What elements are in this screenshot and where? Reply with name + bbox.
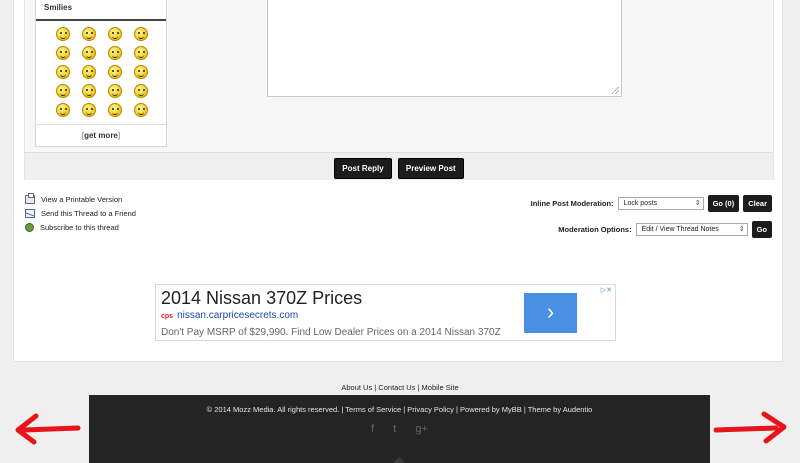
subscribe-icon [25,222,34,232]
scroll-top-caret-icon[interactable] [393,457,405,463]
inline-moderation-row: Inline Post Moderation: Lock posts Go (0… [531,195,772,212]
smiley-icon[interactable] [108,84,122,98]
inline-moderation-label: Inline Post Moderation: [530,199,614,208]
smiley-icon[interactable] [82,46,96,60]
get-more-smilies: [get more] [36,124,166,146]
send-to-friend-link[interactable]: Send this Thread to a Friend [25,206,136,220]
smiley-icon[interactable] [108,27,122,41]
subscribe-link[interactable]: Subscribe to this thread [25,220,136,234]
smiley-icon[interactable] [56,103,70,117]
smiley-icon[interactable] [134,84,148,98]
ad-description: Don't Pay MSRP of $29,990. Find Low Deal… [161,327,501,338]
moderation-options-row: Moderation Options: Edit / View Thread N… [531,221,772,238]
ad-choices-icon[interactable]: ▷✕ [601,286,612,294]
envelope-icon [25,208,35,218]
moderation-tools: Inline Post Moderation: Lock posts Go (0… [531,195,772,247]
ad-title[interactable]: 2014 Nissan 370Z Prices [161,288,362,309]
ad-url-text[interactable]: nissan.carpricesecrets.com [177,310,298,321]
message-textarea[interactable] [267,0,622,97]
smiley-icon[interactable] [108,103,122,117]
moderation-go-button[interactable]: Go [751,221,772,238]
smilies-box: Smilies [get more] [35,0,167,147]
smiley-icon[interactable] [82,65,96,79]
smilies-title: Smilies [36,0,166,21]
footer-bar: © 2014 Mozz Media. All rights reserved. … [89,395,710,463]
smiley-icon[interactable] [82,103,96,117]
smiley-icon[interactable] [82,27,96,41]
printable-version-link[interactable]: View a Printable Version [25,192,136,206]
ad-url[interactable]: cps nissan.carpricesecrets.com [161,310,298,321]
send-to-friend-label[interactable]: Send this Thread to a Friend [41,209,136,218]
get-more-link[interactable]: get more [84,131,118,140]
smilies-grid [36,21,166,122]
smiley-icon[interactable] [82,84,96,98]
moderation-options-label: Moderation Options: [558,225,632,234]
copyright-text: © 2014 Mozz Media. All rights reserved. … [206,405,593,414]
quick-reply-panel: Smilies [get more] Post Reply Preview Po… [24,0,774,180]
left-arrow-icon [15,413,81,445]
moderation-options-select[interactable]: Edit / View Thread Notes [635,223,748,236]
smiley-icon[interactable] [134,27,148,41]
ad-logo-icon: cps [161,313,174,320]
smiley-icon[interactable] [56,27,70,41]
smiley-icon[interactable] [108,65,122,79]
smiley-icon[interactable] [134,46,148,60]
subscribe-label[interactable]: Subscribe to this thread [40,223,119,232]
social-links: f t g+ [89,423,710,435]
smiley-icon[interactable] [134,65,148,79]
smiley-icon[interactable] [108,46,122,60]
twitter-icon[interactable]: t [393,423,396,435]
google-plus-icon[interactable]: g+ [415,423,428,435]
thread-tools: View a Printable Version Send this Threa… [25,192,136,234]
facebook-icon[interactable]: f [371,423,374,435]
preview-post-button[interactable]: Preview Post [397,158,464,179]
post-reply-button[interactable]: Post Reply [334,158,392,179]
bracket-close: ] [117,131,121,140]
right-arrow-icon [713,411,787,444]
smiley-icon[interactable] [56,84,70,98]
resize-handle-icon[interactable] [612,87,619,94]
footer-links[interactable]: About Us | Contact Us | Mobile Site [0,383,800,392]
inline-clear-button[interactable]: Clear [743,195,772,212]
smiley-icon[interactable] [56,65,70,79]
reply-actions-bar: Post Reply Preview Post [25,152,773,180]
smiley-icon[interactable] [56,46,70,60]
printable-version-label[interactable]: View a Printable Version [41,195,122,204]
inline-moderation-select[interactable]: Lock posts [617,197,704,210]
printer-icon [25,192,35,204]
smiley-icon[interactable] [134,103,148,117]
inline-go-button[interactable]: Go (0) [707,195,740,212]
advertisement[interactable]: 2014 Nissan 370Z Prices cps nissan.carpri… [155,284,616,341]
ad-arrow-button[interactable]: › [524,293,577,333]
